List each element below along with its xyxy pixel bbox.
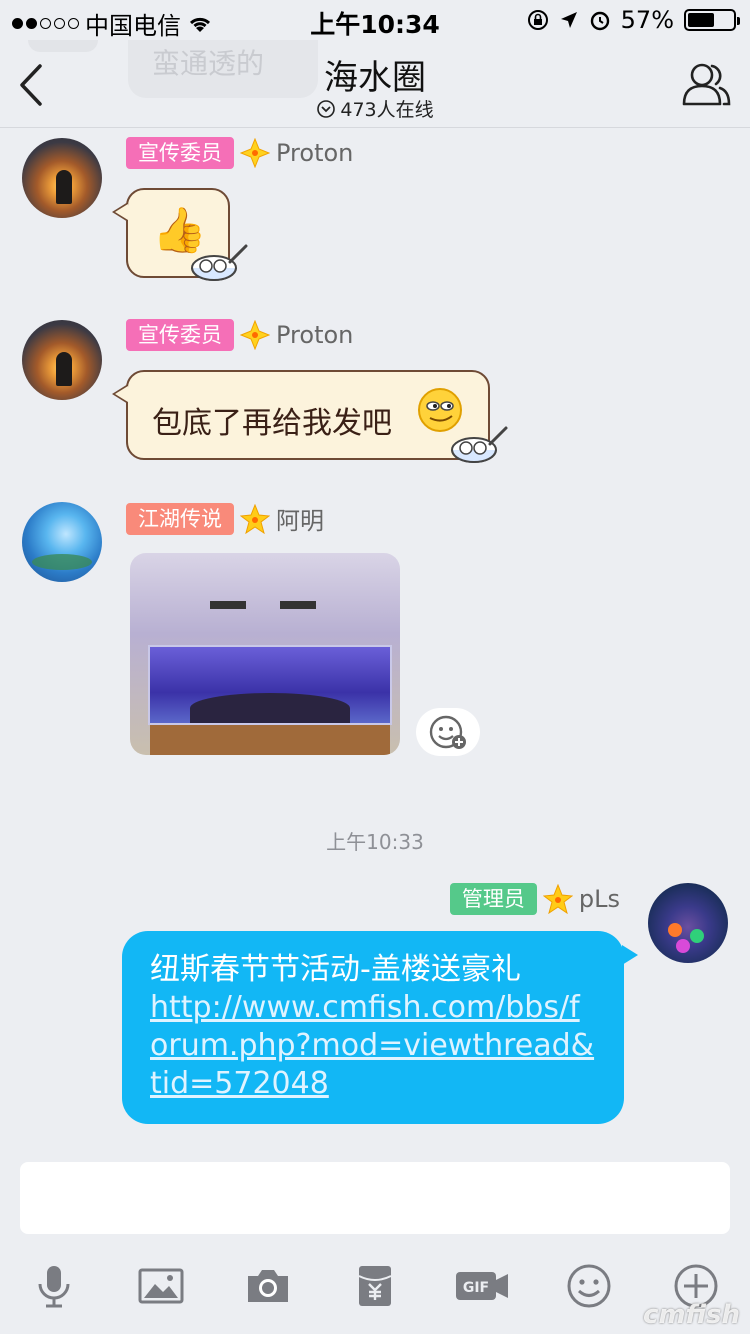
sparkle-star-icon xyxy=(240,138,270,168)
battery-icon xyxy=(684,9,740,31)
group-members-icon[interactable] xyxy=(680,60,732,108)
message-input[interactable] xyxy=(20,1162,730,1234)
rank-badge: 江湖传说 xyxy=(126,502,234,535)
avatar-proton[interactable] xyxy=(22,138,102,218)
avatar-aming[interactable] xyxy=(22,502,102,582)
add-reaction-button[interactable] xyxy=(416,708,480,756)
light-fixture xyxy=(210,601,246,609)
chat-toolbar: GIF xyxy=(0,1254,750,1324)
chevron-down-circle-icon xyxy=(317,99,336,118)
star-icon xyxy=(542,884,573,914)
gif-icon[interactable]: GIF xyxy=(454,1262,510,1310)
watermark: cmfish xyxy=(643,1300,740,1330)
star-icon xyxy=(240,503,270,534)
bubble-decoration-icon xyxy=(191,244,248,281)
message-bubble[interactable]: 纽斯春节节活动-盖楼送豪礼 http://www.cmfish.com/bbs/… xyxy=(122,931,638,1124)
avatar-proton[interactable] xyxy=(22,320,102,400)
alarm-icon xyxy=(590,11,609,31)
nav-bar: 蛮通透的 海水圈 473人在线 xyxy=(0,40,750,128)
orientation-lock-icon xyxy=(527,10,548,30)
message-text: 纽斯春节节活动-盖楼送豪礼 xyxy=(150,952,521,987)
avatar-pls[interactable] xyxy=(648,883,728,963)
bubble-decoration-icon xyxy=(451,426,508,463)
sender-meta: 宣传委员 Proton xyxy=(126,319,353,351)
message-link[interactable]: http://www.cmfish.com/bbs/forum.php?mod=… xyxy=(150,989,596,1103)
mic-icon[interactable] xyxy=(30,1262,78,1310)
svg-text:GIF: GIF xyxy=(463,1280,489,1296)
sender-name[interactable]: pLs xyxy=(579,885,620,913)
sender-name[interactable]: Proton xyxy=(276,139,353,167)
battery-percent: 57% xyxy=(620,6,674,34)
chat-timestamp: 上午10:33 xyxy=(326,830,424,854)
rank-badge: 宣传委员 xyxy=(126,137,234,169)
rank-badge: 宣传委员 xyxy=(126,319,234,351)
sender-name[interactable]: Proton xyxy=(276,321,353,349)
online-count-label: 473人在线 xyxy=(340,99,434,121)
rank-badge: 管理员 xyxy=(449,883,537,915)
camera-icon[interactable] xyxy=(244,1262,292,1310)
sender-name[interactable]: 阿明 xyxy=(276,501,324,536)
location-icon xyxy=(560,12,577,28)
sender-meta: 管理员 pLs xyxy=(449,883,620,915)
online-count[interactable]: 473人在线 xyxy=(0,95,750,122)
status-right: 57% xyxy=(527,6,740,34)
light-fixture xyxy=(280,601,316,609)
message-text: 包底了再给我发吧 xyxy=(152,406,392,441)
sender-meta: 江湖传说 阿明 xyxy=(126,501,324,536)
sender-meta: 宣传委员 Proton xyxy=(126,137,353,169)
sparkle-star-icon xyxy=(240,320,270,350)
emoji-icon[interactable] xyxy=(565,1262,613,1310)
add-emoji-icon xyxy=(429,715,466,749)
live-rocks xyxy=(190,693,350,723)
aquarium-photo[interactable] xyxy=(130,553,400,755)
image-icon[interactable] xyxy=(137,1262,185,1310)
tank-stand xyxy=(150,725,390,755)
red-envelope-icon[interactable] xyxy=(351,1262,399,1310)
message-bubble[interactable]: 包底了再给我发吧 xyxy=(112,370,490,460)
group-title: 海水圈 xyxy=(324,58,426,98)
status-bar: 中国电信 上午10:34 57% xyxy=(0,0,750,40)
